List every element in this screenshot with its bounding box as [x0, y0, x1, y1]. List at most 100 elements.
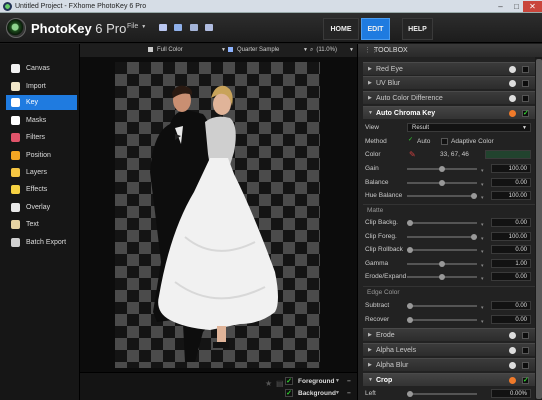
layer-background-checkbox[interactable]: ✓	[285, 389, 293, 397]
gain-slider[interactable]	[407, 166, 477, 172]
slider-knob[interactable]	[439, 260, 445, 267]
balance-slider[interactable]	[407, 179, 477, 186]
nav-edit-button[interactable]: EDIT	[361, 18, 390, 40]
gamma-slider[interactable]	[407, 260, 477, 267]
recover-value[interactable]: 0.00	[491, 314, 531, 324]
method-auto-checkbox[interactable]: ✓	[407, 137, 414, 145]
effect-alpha-blur[interactable]: ▶ Alpha Blur	[363, 358, 535, 371]
slider-knob[interactable]	[439, 166, 445, 172]
sidebar-item-filters[interactable]: Filters	[6, 130, 77, 145]
chevron-down-icon[interactable]: ▼	[335, 376, 340, 387]
clip-rollback-slider[interactable]	[407, 247, 477, 253]
erode-expand-slider[interactable]	[407, 274, 477, 280]
open-project-icon[interactable]	[159, 24, 167, 31]
color-swatch[interactable]	[485, 150, 531, 159]
chevron-down-icon[interactable]: ▾	[481, 273, 484, 286]
slider-knob[interactable]	[407, 247, 413, 253]
nav-home-button[interactable]: HOME	[323, 18, 359, 40]
hue-balance-slider[interactable]	[407, 193, 477, 199]
color-mode-select[interactable]: Full Color ▼	[148, 45, 228, 56]
remove-icon[interactable]: −	[347, 388, 351, 399]
reset-icon[interactable]	[509, 95, 516, 102]
effect-crop[interactable]: ▼ Crop ✓	[363, 373, 535, 386]
sidebar-item-layers[interactable]: Layers	[6, 165, 77, 180]
sample-select[interactable]: Quarter Sample ▼	[228, 45, 310, 56]
crop-left-value[interactable]: 0.00%	[491, 389, 531, 398]
balance-value[interactable]: 0.00	[491, 177, 531, 187]
subtract-slider[interactable]	[407, 303, 477, 309]
reset-icon[interactable]	[509, 110, 516, 117]
slider-knob[interactable]	[407, 316, 413, 323]
zoom-select[interactable]: ⌕ (11.0%) ▼	[310, 45, 356, 56]
reset-icon[interactable]	[509, 347, 516, 354]
toolbox-scrollbar[interactable]	[535, 57, 542, 400]
effect-enable-checkbox[interactable]: ✓	[522, 110, 529, 117]
star-icon[interactable]: ★	[265, 379, 272, 388]
effect-erode[interactable]: ▶ Erode	[363, 328, 535, 341]
reset-icon[interactable]	[509, 66, 516, 73]
chevron-down-icon[interactable]: ▾	[481, 316, 484, 329]
save-project-icon[interactable]	[174, 24, 182, 31]
effect-auto-chroma-key[interactable]: ▼ Auto Chroma Key ✓	[363, 106, 535, 119]
effect-enable-checkbox[interactable]	[522, 332, 529, 339]
layer-background[interactable]: ✓ Background ▼ −	[285, 388, 355, 399]
sidebar-item-key[interactable]: Key	[6, 95, 77, 110]
effect-enable-checkbox[interactable]	[522, 66, 529, 73]
effect-alpha-levels[interactable]: ▶ Alpha Levels	[363, 343, 535, 356]
reset-icon[interactable]	[509, 377, 516, 384]
effect-uv-blur[interactable]: ▶ UV Blur	[363, 76, 535, 89]
slider-knob[interactable]	[407, 391, 413, 397]
hue-balance-value[interactable]: 100.00	[491, 191, 531, 200]
sidebar-item-canvas[interactable]: Canvas	[6, 61, 77, 76]
sidebar-item-batch-export[interactable]: Batch Export	[6, 235, 77, 250]
file-menu[interactable]: File ▼	[127, 23, 146, 30]
sidebar-item-overlay[interactable]: Overlay	[6, 200, 77, 215]
sidebar-item-import[interactable]: Import	[6, 79, 77, 94]
clip-rollback-value[interactable]: 0.00	[491, 245, 531, 254]
folder-icon[interactable]: ▤	[276, 379, 284, 388]
effect-enable-checkbox[interactable]	[522, 95, 529, 102]
nav-help-button[interactable]: HELP	[402, 18, 433, 40]
effect-enable-checkbox[interactable]	[522, 80, 529, 87]
effect-enable-checkbox[interactable]: ✓	[522, 377, 529, 384]
effect-auto-color-difference[interactable]: ▶ Auto Color Difference	[363, 91, 535, 104]
recover-slider[interactable]	[407, 316, 477, 323]
clip-foreg-slider[interactable]	[407, 233, 477, 240]
canvas-area[interactable]	[80, 57, 357, 372]
reset-icon[interactable]	[509, 362, 516, 369]
layer-foreground[interactable]: ✓ Foreground ▼ −	[285, 376, 355, 387]
sidebar-item-position[interactable]: Position	[6, 148, 77, 163]
close-button[interactable]: ✕	[523, 1, 542, 12]
view-select[interactable]: Result ▼	[407, 123, 531, 132]
effect-enable-checkbox[interactable]	[522, 362, 529, 369]
sidebar-item-text[interactable]: Text	[6, 217, 77, 232]
sidebar-item-effects[interactable]: Effects	[6, 182, 77, 197]
chevron-down-icon[interactable]: ▼	[335, 388, 340, 399]
slider-knob[interactable]	[407, 303, 413, 309]
slider-knob[interactable]	[471, 193, 477, 199]
reset-icon[interactable]	[509, 80, 516, 87]
export-icon[interactable]	[205, 24, 213, 31]
effect-enable-checkbox[interactable]	[522, 347, 529, 354]
sidebar-item-masks[interactable]: Masks	[6, 113, 77, 128]
adaptive-color-checkbox[interactable]	[441, 138, 448, 145]
project-grid-icon[interactable]	[190, 24, 198, 31]
slider-knob[interactable]	[439, 179, 445, 186]
gamma-value[interactable]: 1.00	[491, 258, 531, 268]
reset-icon[interactable]	[509, 332, 516, 339]
remove-icon[interactable]: −	[347, 376, 351, 387]
crop-left-slider[interactable]	[407, 391, 477, 397]
subtract-value[interactable]: 0.00	[491, 301, 531, 310]
erode-expand-value[interactable]: 0.00	[491, 272, 531, 281]
clip-backg-value[interactable]: 0.00	[491, 218, 531, 227]
minimize-button[interactable]: –	[492, 1, 509, 12]
scrollbar-thumb[interactable]	[536, 59, 542, 399]
clip-backg-slider[interactable]	[407, 220, 477, 226]
slider-knob[interactable]	[471, 233, 477, 240]
slider-knob[interactable]	[439, 274, 445, 280]
slider-knob[interactable]	[407, 220, 413, 226]
gain-value[interactable]: 100.00	[491, 164, 531, 173]
eyedropper-icon[interactable]: ✎	[409, 148, 416, 161]
effect-red-eye[interactable]: ▶ Red Eye	[363, 62, 535, 75]
layer-foreground-checkbox[interactable]: ✓	[285, 377, 293, 385]
